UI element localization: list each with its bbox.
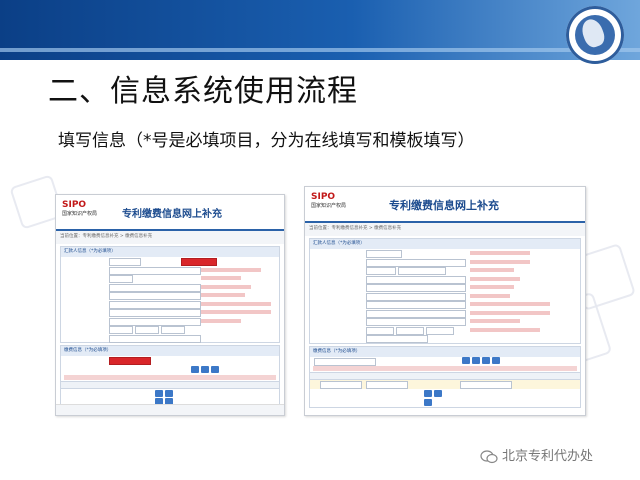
fee-grid-header (310, 372, 580, 380)
form-row (61, 356, 279, 365)
breadcrumb: 当前位置：专利缴费信息补充 > 缴费信息补充 (305, 223, 585, 236)
app-header: SIPO 国家知识产权局 专利缴费信息网上补充 (56, 195, 284, 231)
form-row (61, 291, 279, 300)
app-header: SIPO 国家知识产权局 专利缴费信息网上补充 (305, 187, 585, 223)
form-row (61, 300, 279, 309)
grid-button[interactable] (165, 389, 173, 397)
footer-brand: 北京专利代办处 (480, 445, 593, 464)
form-row (61, 325, 279, 334)
form-row (61, 283, 279, 292)
hint-text (470, 251, 530, 255)
input-field[interactable] (109, 334, 201, 343)
grid-button[interactable] (155, 389, 163, 397)
sipo-logo: SIPO 国家知识产权局 (311, 192, 346, 209)
hint-text (470, 310, 550, 315)
slide-title: 二、信息系统使用流程 (48, 74, 358, 109)
form-row (310, 249, 580, 258)
notice-line (313, 366, 577, 371)
organization-logo (566, 6, 624, 64)
form-row (310, 258, 580, 267)
screenshot-online-form: SIPO 国家知识产权局 专利缴费信息网上补充 当前位置：专利缴费信息补充 > 缴… (55, 194, 285, 416)
notice-line (64, 374, 276, 380)
payer-section-header: 汇款人信息（*为必填项） (61, 247, 279, 257)
hint-text (201, 318, 241, 323)
grid-buttons-row (61, 389, 279, 405)
action-buttons (460, 356, 500, 366)
footer-text: 北京专利代办处 (502, 449, 594, 464)
action-buttons (189, 365, 219, 375)
screenshot-template-form: SIPO 国家知识产权局 专利缴费信息网上补充 当前位置：专利缴费信息补充 > 缴… (304, 186, 586, 416)
grid-button[interactable] (434, 389, 442, 397)
hint-text (470, 319, 520, 323)
form-row (61, 317, 279, 326)
header-stripe (0, 48, 640, 52)
action-button[interactable] (492, 356, 500, 364)
action-button[interactable] (191, 365, 199, 373)
form-row (310, 356, 580, 366)
action-button[interactable] (482, 356, 490, 364)
hint-text (201, 293, 245, 297)
hint-text (470, 327, 540, 332)
form-row (310, 317, 580, 326)
table-row[interactable] (310, 380, 580, 389)
payer-section: 汇款人信息（*为必填项） (60, 246, 280, 343)
hint-text (470, 285, 514, 289)
fee-section-header: 缴费信息（*为必填项） (61, 346, 279, 356)
payer-section-header: 汇款人信息（*为必填项） (310, 239, 580, 249)
sipo-logo-text: SIPO (311, 192, 336, 202)
form-row (310, 266, 580, 275)
form-row (310, 309, 580, 318)
app-title: 专利缴费信息网上补充 (389, 199, 499, 212)
sipo-logo: SIPO 国家知识产权局 (62, 200, 97, 217)
fee-section: 缴费信息（*为必填项） (60, 345, 280, 406)
sipo-logo-subtext: 国家知识产权局 (62, 211, 98, 217)
form-row (310, 283, 580, 292)
wechat-icon (480, 449, 498, 463)
form-row (310, 326, 580, 335)
breadcrumb: 当前位置：专利缴费信息补充 > 缴费信息补充 (56, 231, 284, 244)
form-row (310, 275, 580, 284)
payer-section: 汇款人信息（*为必填项） (309, 238, 581, 344)
select-field[interactable] (314, 357, 376, 366)
sipo-logo-text: SIPO (62, 200, 87, 210)
action-button[interactable] (211, 365, 219, 373)
input-field[interactable] (366, 335, 428, 343)
form-row (61, 274, 279, 283)
action-button[interactable] (462, 356, 470, 364)
app-title: 专利缴费信息网上补充 (122, 209, 222, 220)
hint-text (470, 276, 520, 281)
action-button[interactable] (472, 356, 480, 364)
grid-button[interactable] (424, 398, 432, 406)
action-button[interactable] (201, 365, 209, 373)
hint-text (470, 302, 550, 306)
sipo-logo-subtext: 国家知识产权局 (311, 203, 347, 209)
hint-text (201, 310, 271, 314)
action-row (61, 365, 279, 374)
page-footnote (56, 404, 284, 415)
hint-text (470, 268, 514, 272)
form-row (310, 300, 580, 309)
hint-text (201, 276, 241, 280)
form-row (310, 292, 580, 301)
header-banner (0, 0, 640, 60)
grid-buttons-row (310, 389, 580, 407)
form-row (61, 308, 279, 317)
form-row (61, 334, 279, 343)
slide: 二、信息系统使用流程 填写信息（*号是必填项目，分为在线填写和模板填写） SIP… (0, 0, 640, 480)
fee-grid-header (61, 380, 279, 389)
slide-subtitle: 填写信息（*号是必填项目，分为在线填写和模板填写） (58, 131, 475, 151)
hint-text (470, 259, 530, 264)
form-row (61, 257, 279, 266)
hint-text (201, 284, 251, 289)
form-row (61, 266, 279, 275)
grid-buttons (422, 389, 442, 399)
hint-text (201, 267, 261, 272)
hint-text (470, 293, 510, 298)
grid-button[interactable] (424, 389, 432, 397)
grid-buttons-bottom (422, 398, 432, 408)
hint-text (201, 301, 271, 306)
fee-section-header: 缴费信息（*为必填项） (310, 346, 580, 357)
form-row (310, 334, 580, 343)
fee-section: 缴费信息（*为必填项） (309, 345, 581, 408)
